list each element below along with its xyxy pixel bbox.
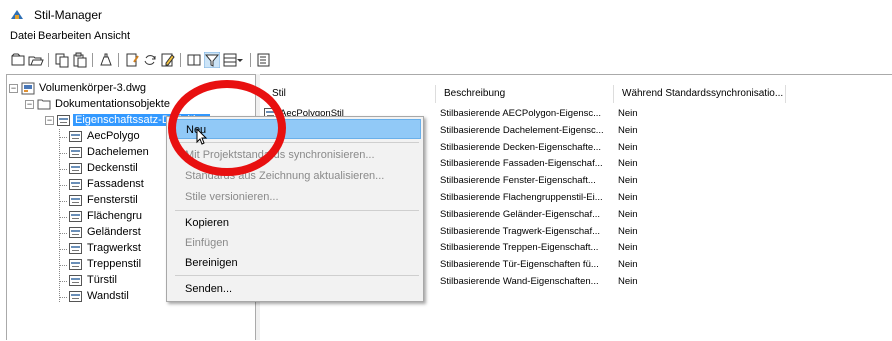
notes-icon[interactable] xyxy=(160,52,176,68)
cell-sync: Nein xyxy=(618,192,638,203)
folder-icon xyxy=(37,99,51,110)
menu-item-purge[interactable]: Bereinigen xyxy=(169,253,421,273)
cell-sync: Nein xyxy=(618,259,638,271)
cell-beschreibung: Stilbasierende Fassaden-Eigenschaf... xyxy=(440,158,603,170)
style-node-icon xyxy=(69,163,82,174)
window-title: Stil-Manager xyxy=(34,8,103,22)
purge-icon[interactable] xyxy=(98,52,114,68)
synchronize-icon[interactable] xyxy=(142,52,158,68)
collapse-icon[interactable]: − xyxy=(9,84,18,93)
mouse-cursor-icon xyxy=(196,128,208,145)
tree-item-label: Fensterstil xyxy=(87,194,138,206)
cell-beschreibung: Stilbasierende Wand-Eigenschaften... xyxy=(440,276,599,287)
style-node-icon xyxy=(69,227,82,238)
style-node-icon xyxy=(69,195,82,206)
toggle-view-icon[interactable] xyxy=(256,52,272,68)
title-bar: Stil-Manager xyxy=(0,0,892,28)
style-manager-app-icon xyxy=(11,10,23,19)
menu-item-copy[interactable]: Kopieren xyxy=(169,213,421,233)
tree-item-label: Geländerst xyxy=(87,226,141,238)
style-node-icon xyxy=(69,211,82,222)
cell-sync: Nein xyxy=(618,225,638,237)
copy-icon[interactable] xyxy=(54,52,70,68)
style-node-icon xyxy=(69,291,82,302)
tree-item-label: Wandstil xyxy=(87,290,129,302)
menu-ansicht[interactable]: Ansicht xyxy=(94,30,130,42)
cell-beschreibung: Stilbasierende Flachengruppenstil-Ei... xyxy=(440,192,603,203)
column-header-sync[interactable]: Während Standardssynchronisatio... xyxy=(614,85,786,103)
column-header-stil[interactable]: Stil xyxy=(264,85,436,103)
cell-beschreibung: Stilbasierende AECPolygon-Eigensc... xyxy=(440,108,602,119)
menu-item-sync[interactable]: Mit Projektstandards synchronisieren... xyxy=(169,145,421,165)
menu-item-versions[interactable]: Stile versionieren... xyxy=(169,187,421,207)
tree-item-label: Dachelemen xyxy=(87,146,149,158)
tree-item-label: Treppenstil xyxy=(87,258,142,270)
version-icon[interactable] xyxy=(186,52,202,68)
menu-item-update[interactable]: Standards aus Zeichnung aktualisieren... xyxy=(169,166,421,186)
cell-sync: Nein xyxy=(618,208,638,220)
cell-beschreibung: Stilbasierende Dachelement-Eigensc... xyxy=(440,124,604,136)
tree-item-label: AecPolygo xyxy=(87,130,140,142)
cell-beschreibung: Stilbasierende Geländer-Eigenschaf... xyxy=(440,208,601,220)
paste-icon[interactable] xyxy=(72,52,88,68)
toolbar xyxy=(0,50,892,70)
cell-beschreibung: Stilbasierende Tür-Eigenschaften fü... xyxy=(440,259,599,271)
dropdown-arrow-icon[interactable] xyxy=(236,52,244,68)
cell-sync: Nein xyxy=(618,108,638,119)
menu-item-paste[interactable]: Einfügen xyxy=(169,233,421,253)
cell-sync: Nein xyxy=(618,124,638,136)
tree-item-label: Flächengru xyxy=(87,210,143,222)
style-node-icon xyxy=(69,147,82,158)
collapse-icon[interactable]: − xyxy=(25,100,34,109)
style-node-icon xyxy=(57,115,70,126)
tree-label-file: Volumenkörper-3.dwg xyxy=(39,82,147,94)
style-node-icon xyxy=(69,131,82,142)
tree-item-label: Deckenstil xyxy=(87,162,138,174)
style-node-icon xyxy=(69,243,82,254)
cell-sync: Nein xyxy=(618,141,638,153)
drawing-file-icon xyxy=(21,82,35,95)
tree-item-label: Fassadenst xyxy=(87,178,144,190)
new-drawing-icon[interactable] xyxy=(10,52,26,68)
cell-beschreibung: Stilbasierende Treppen-Eigenschaft... xyxy=(440,242,599,254)
edit-icon[interactable] xyxy=(124,52,140,68)
style-node-icon xyxy=(69,179,82,190)
cell-beschreibung: Stilbasierende Tragwerk-Eigenschaf... xyxy=(440,225,600,237)
open-drawing-icon[interactable] xyxy=(28,52,44,68)
cell-sync: Nein xyxy=(618,158,638,170)
filter-icon[interactable] xyxy=(204,52,220,68)
cell-beschreibung: Stilbasierende Decken-Eigenschafte... xyxy=(440,141,602,153)
style-node-icon xyxy=(69,259,82,270)
cell-sync: Nein xyxy=(618,175,638,187)
menu-datei[interactable]: Datei xyxy=(10,30,36,42)
cell-sync: Nein xyxy=(618,242,638,254)
tree-item-label: Tragwerkst xyxy=(87,242,141,254)
menu-bar: Datei Bearbeiten Ansicht xyxy=(0,28,892,46)
cell-sync: Nein xyxy=(618,276,638,287)
menu-bearbeiten[interactable]: Bearbeiten xyxy=(38,30,91,42)
tree-label-folder: Dokumentationsobjekte xyxy=(55,98,170,110)
column-header-beschreibung[interactable]: Beschreibung xyxy=(436,85,614,103)
menu-item-send[interactable]: Senden... xyxy=(169,279,421,299)
collapse-icon[interactable]: − xyxy=(45,116,54,125)
cell-beschreibung: Stilbasierende Fenster-Eigenschaft... xyxy=(440,175,596,187)
tree-item-label: Türstil xyxy=(87,274,117,286)
style-node-icon xyxy=(69,275,82,286)
